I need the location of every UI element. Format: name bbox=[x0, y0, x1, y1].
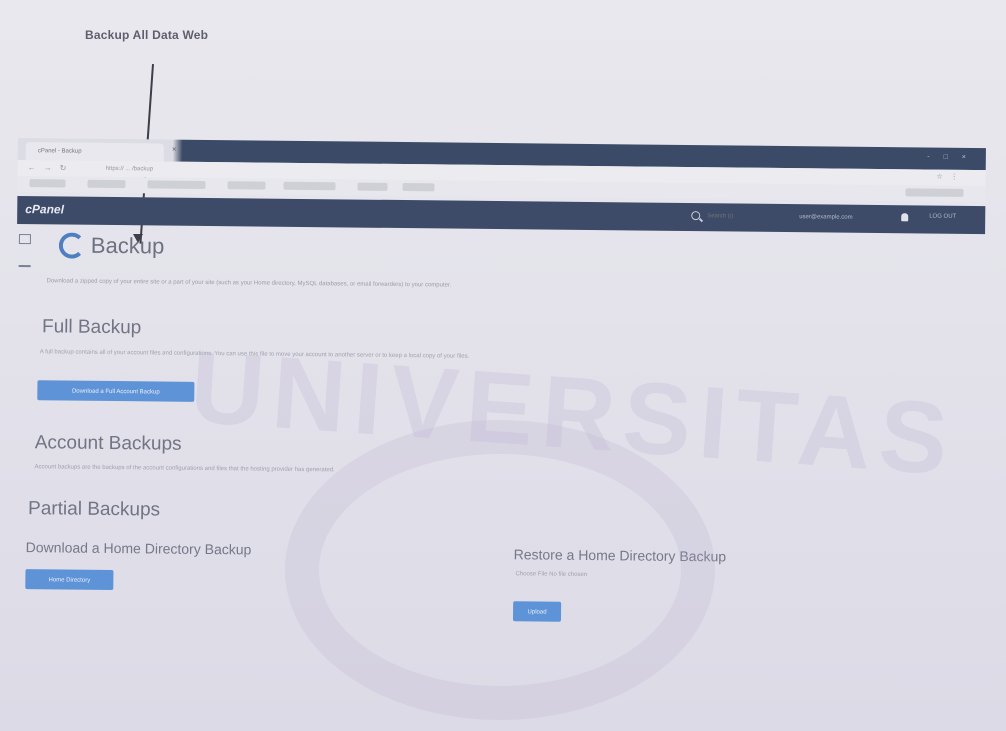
bookmark-item[interactable] bbox=[87, 179, 126, 189]
photo-background: Backup All Data Web cPanel - Backup × - … bbox=[0, 0, 1006, 731]
bookmark-item[interactable] bbox=[357, 182, 388, 191]
user-menu[interactable]: user@example.com bbox=[799, 212, 899, 223]
home-directory-button[interactable]: Home Directory bbox=[25, 569, 114, 591]
intro-text: Download a zipped copy of your entire si… bbox=[46, 278, 452, 289]
close-tab-icon[interactable]: × bbox=[172, 145, 177, 154]
search-icon[interactable] bbox=[691, 211, 701, 221]
browser-actions[interactable]: ☆⋮ bbox=[936, 173, 965, 181]
bookmark-item[interactable] bbox=[227, 181, 266, 190]
window-controls[interactable]: - □ × bbox=[927, 154, 972, 161]
download-home-title: Download a Home Directory Backup bbox=[25, 539, 252, 558]
grid-icon[interactable] bbox=[18, 234, 31, 245]
chart-icon[interactable] bbox=[18, 258, 31, 268]
partial-backups-title: Partial Backups bbox=[28, 498, 161, 521]
bookmark-item[interactable] bbox=[905, 188, 964, 197]
bookmark-item[interactable] bbox=[147, 180, 206, 189]
bookmark-item[interactable] bbox=[283, 181, 336, 191]
bookmark-item[interactable] bbox=[402, 183, 435, 192]
backup-refresh-icon bbox=[58, 232, 86, 259]
search-input[interactable] bbox=[707, 211, 788, 223]
bookmark-item[interactable] bbox=[29, 179, 66, 188]
navigation-buttons[interactable]: ←→↻ bbox=[28, 163, 75, 172]
cpanel-logo[interactable]: cPanel bbox=[25, 202, 64, 216]
url-field[interactable]: https:// ... /backup bbox=[106, 164, 486, 178]
browser-tab[interactable]: cPanel - Backup bbox=[25, 142, 164, 162]
download-full-backup-button[interactable]: Download a Full Account Backup bbox=[37, 380, 195, 402]
full-backup-title: Full Backup bbox=[41, 316, 142, 339]
page-title: Backup bbox=[90, 232, 165, 259]
logout-link[interactable]: LOG OUT bbox=[929, 214, 956, 220]
account-backups-title: Account Backups bbox=[34, 432, 182, 455]
bell-icon[interactable] bbox=[901, 213, 909, 222]
annotation-label: Backup All Data Web bbox=[85, 28, 209, 42]
